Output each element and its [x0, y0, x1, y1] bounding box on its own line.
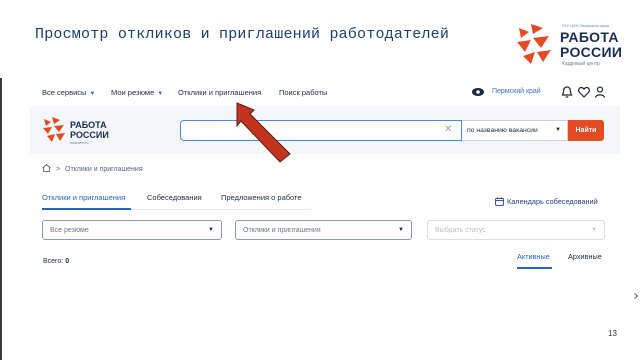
site-logo-domain: trudvsem.ru: [70, 141, 89, 145]
site-logo-line2: РОССИИ: [70, 130, 109, 140]
chevron-down-icon: ▼: [208, 227, 214, 233]
search-mode-label: по названию вакансии: [467, 127, 538, 134]
nav-job-search[interactable]: Поиск работы: [279, 88, 327, 97]
tab-interviews[interactable]: Собеседования: [147, 193, 202, 202]
brand-logo: ГКУ ЦЗН Пермского края РАБОТА РОССИИ Кад…: [515, 20, 635, 70]
region-selector[interactable]: Пермский край: [492, 88, 541, 95]
type-filter-value: Отклики и приглашения: [243, 227, 321, 234]
site-logo-line1: РАБОТА: [70, 120, 107, 130]
resume-filter-value: Все резюме: [50, 227, 89, 234]
tab-responses[interactable]: Отклики и приглашения: [42, 193, 125, 202]
nav-responses[interactable]: Отклики и приглашения: [178, 88, 261, 97]
eye-icon[interactable]: [471, 85, 485, 99]
calendar-link-label: Календарь собеседований: [507, 197, 598, 206]
search-button[interactable]: Найти: [568, 120, 604, 141]
logo-subtitle: Кадровый центр: [562, 61, 601, 67]
nav-all-services[interactable]: Все сервисы ▼: [42, 88, 95, 97]
total-label: Всего:: [43, 258, 64, 265]
chevron-down-icon: ▼: [555, 127, 561, 133]
search-mode-select[interactable]: по названию вакансии ▼: [462, 120, 568, 141]
chevron-down-icon: ▼: [398, 227, 404, 233]
breadcrumb-separator: >: [55, 166, 61, 173]
chevron-down-icon: ▼: [591, 227, 597, 233]
slide-edge-line: [0, 78, 2, 360]
clear-icon[interactable]: ✕: [444, 124, 452, 135]
logo-line1: РАБОТА: [560, 29, 619, 45]
search-input[interactable]: [180, 120, 462, 141]
active-status-indicator: [517, 267, 552, 269]
tab-job-offers[interactable]: Предложения о работе: [221, 193, 302, 202]
logo-caption: ГКУ ЦЗН Пермского края: [562, 23, 609, 28]
breadcrumb-current: Отклики и приглашения: [65, 166, 143, 173]
user-icon[interactable]: [593, 85, 607, 99]
status-filter-placeholder: Выбрать статус: [435, 227, 486, 234]
resume-filter-select[interactable]: Все резюме ▼: [42, 220, 222, 240]
cursor-mark-icon: [634, 293, 638, 299]
calendar-icon: [495, 197, 504, 206]
heart-icon[interactable]: [577, 85, 591, 99]
logo-mark-icon: [517, 24, 551, 64]
nav-my-resumes[interactable]: Мои резюме ▼: [111, 88, 163, 97]
slide-title: Просмотр откликов и приглашений работода…: [35, 26, 450, 43]
site-logo[interactable]: РАБОТА РОССИИ trudvsem.ru: [42, 116, 122, 146]
tab-active[interactable]: Активные: [517, 252, 550, 261]
nav-all-services-label: Все сервисы: [42, 88, 87, 97]
tab-archived[interactable]: Архивные: [568, 252, 602, 261]
page-number: 13: [608, 329, 617, 338]
active-tab-indicator: [42, 208, 131, 210]
nav-my-resumes-label: Мои резюме: [111, 88, 155, 97]
bell-icon[interactable]: [560, 85, 574, 99]
chevron-down-icon: ▼: [89, 91, 96, 97]
top-navigation: Все сервисы ▼ Мои резюме ▼ Отклики и пригл…: [30, 78, 620, 106]
type-filter-select[interactable]: Отклики и приглашения ▼: [235, 220, 412, 240]
status-filter-select: Выбрать статус ▼: [427, 220, 605, 240]
logo-line2: РОССИИ: [560, 44, 623, 60]
total-value: 0: [65, 258, 70, 265]
site-logo-mark-icon: [43, 117, 65, 142]
site-screenshot: Все сервисы ▼ Мои резюме ▼ Отклики и пригл…: [30, 78, 620, 288]
chevron-down-icon: ▼: [157, 91, 164, 97]
breadcrumb: > Отклики и приглашения: [42, 164, 143, 173]
interview-calendar-link[interactable]: Календарь собеседований: [495, 197, 598, 206]
total-count: Всего: 0: [43, 258, 69, 265]
home-icon[interactable]: [42, 164, 51, 172]
